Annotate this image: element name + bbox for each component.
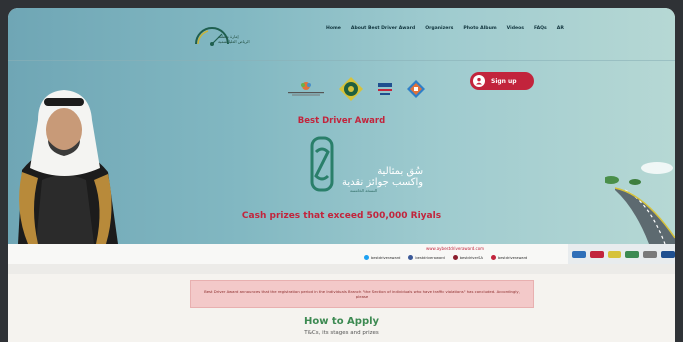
nav-videos[interactable]: Videos	[507, 26, 524, 31]
youtube-icon	[452, 255, 458, 260]
social-links: bestdriveraward bestdriveraward bestdriv…	[364, 255, 527, 260]
facebook-icon	[408, 255, 414, 260]
sponsor-logo	[661, 250, 675, 258]
instagram-icon	[490, 255, 496, 260]
top-nav: Home About Best Driver Award Organizers …	[326, 26, 564, 31]
notice-text: Best Driver Award announces that the reg…	[204, 289, 520, 299]
partner-logo-1	[288, 82, 324, 96]
social-handle: bestdriverSA	[459, 255, 483, 260]
social-twitter[interactable]: bestdriveraward	[364, 255, 400, 260]
sponsor-logo	[643, 250, 658, 258]
social-handle: bestdriveraward	[415, 255, 445, 260]
logo-text: إمارة منطقة الرياض العليا لتنمية	[218, 34, 250, 44]
award-logo-icon	[310, 136, 334, 192]
arabic-edition: النسخة الخامسة	[350, 188, 378, 193]
site-url-link[interactable]: www.aybestdriveraward.com	[426, 246, 484, 251]
signup-label: Sign up	[491, 77, 517, 85]
how-to-apply-subtitle: T&Cs, its stages and prizes	[304, 330, 379, 336]
sponsor-logos	[568, 244, 675, 264]
nav-language[interactable]: AR	[557, 26, 564, 31]
social-youtube[interactable]: bestdriverSA	[452, 255, 483, 260]
user-icon	[473, 75, 485, 87]
sponsor-logo	[589, 250, 604, 258]
arabic-slogan: سُق بمثالية واكسب جوائز نقدية	[342, 166, 423, 188]
nav-faqs[interactable]: FAQs	[534, 26, 547, 31]
nav-organizers[interactable]: Organizers	[425, 26, 453, 31]
social-handle: bestdriveraward	[497, 255, 528, 260]
nav-about[interactable]: About Best Driver Award	[351, 26, 415, 31]
nav-photo-album[interactable]: Photo Album	[463, 26, 496, 31]
partner-logo-3	[378, 83, 392, 95]
partner-logos	[286, 76, 426, 102]
social-instagram[interactable]: bestdriveraward	[490, 255, 528, 260]
notice-banner: Best Driver Award announces that the reg…	[190, 280, 534, 308]
how-to-apply-title: How to Apply	[303, 316, 380, 327]
sponsor-logo	[607, 250, 622, 258]
partner-logo-2	[339, 77, 363, 101]
sponsor-logo	[625, 250, 640, 258]
section-divider	[8, 264, 675, 274]
twitter-icon	[364, 255, 369, 260]
social-facebook[interactable]: bestdriveraward	[408, 255, 445, 260]
arabic-slogan-line1: سُق بمثالية	[377, 166, 424, 177]
signup-button[interactable]: Sign up	[470, 72, 534, 90]
partner-logo-4	[407, 80, 425, 98]
nav-home[interactable]: Home	[326, 26, 341, 31]
hero-banner: إمارة منطقة الرياض العليا لتنمية Home Ab…	[8, 8, 675, 244]
social-handle: bestdriveraward	[371, 255, 401, 260]
arabic-slogan-line2: واكسب جوائز نقدية	[342, 177, 424, 188]
browser-frame: إمارة منطقة الرياض العليا لتنمية Home Ab…	[8, 8, 675, 342]
road-illustration	[605, 162, 675, 244]
header-divider	[8, 60, 675, 61]
prince-portrait	[18, 90, 118, 244]
sponsor-logo	[572, 250, 586, 258]
logo-text-line2: الرياض العليا لتنمية	[218, 39, 250, 44]
